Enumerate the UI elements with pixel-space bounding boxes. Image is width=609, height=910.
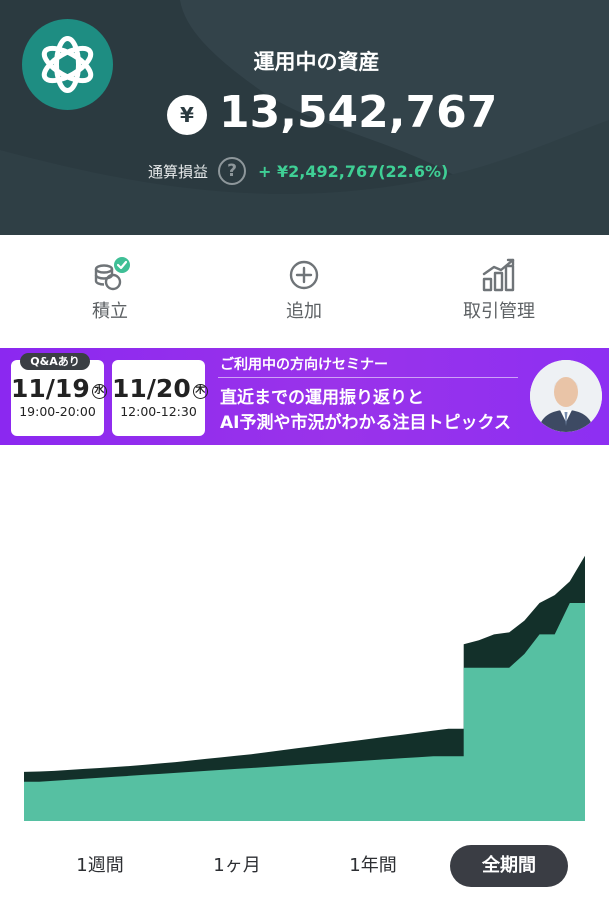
asset-title: 運用中の資産 xyxy=(253,50,380,74)
qa-tag: Q&Aあり xyxy=(20,353,90,370)
transaction-management-label: 取引管理 xyxy=(463,301,535,322)
seminar-banner[interactable]: 11/19 水 19:00-20:00 Q&Aあり 11/20 木 12:00-12… xyxy=(0,348,609,445)
action-bar: 積立 追加 取引管理 xyxy=(0,235,609,347)
help-icon[interactable]: ? xyxy=(218,157,247,185)
banner-divider xyxy=(218,377,518,378)
weekday-badge: 水 xyxy=(91,384,107,399)
tab-all-time[interactable]: 全期間 xyxy=(450,845,568,887)
asset-chart[interactable] xyxy=(0,446,609,836)
banner-title-line2: AI予測や市況がわかる注目トピックス xyxy=(220,413,511,433)
coins-check-icon xyxy=(94,257,130,291)
profit-loss-value: + ¥2,492,767(22.6%) xyxy=(258,161,449,181)
banner-subtitle: ご利用中の方向けセミナー xyxy=(220,357,388,373)
reserve-button[interactable]: 積立 xyxy=(50,257,170,323)
seminar-date-card: 11/19 水 19:00-20:00 xyxy=(11,360,107,436)
speaker-portrait-image xyxy=(530,360,602,432)
banner-title-line1: 直近までの運用振り返りと xyxy=(220,388,424,408)
transaction-management-button[interactable]: 取引管理 xyxy=(439,257,559,323)
weekday-badge: 木 xyxy=(192,384,208,399)
period-tabs: 1週間 1ヶ月 1年間 全期間 xyxy=(0,845,609,887)
asset-header: 運用中の資産 ¥ 13,542,767 通算損益 ? + ¥2,492,767(… xyxy=(0,0,609,235)
reserve-label: 積立 xyxy=(92,301,128,322)
seminar-date: 11/19 水 xyxy=(11,374,107,403)
profit-loss-label: 通算損益 xyxy=(148,162,209,181)
tab-1-week[interactable]: 1週間 xyxy=(40,845,160,887)
profit-loss-row: 通算損益 ? + ¥2,492,767(22.6%) xyxy=(148,156,448,186)
asset-amount: 13,542,767 xyxy=(219,87,498,138)
seminar-date: 11/20 木 xyxy=(112,374,208,403)
bar-chart-icon xyxy=(482,258,515,292)
seminar-time: 12:00-12:30 xyxy=(120,404,197,419)
plus-circle-icon xyxy=(289,260,319,290)
speaker-portrait xyxy=(530,360,602,432)
add-label: 追加 xyxy=(286,301,322,322)
yen-icon: ¥ xyxy=(167,95,207,135)
tab-1-year[interactable]: 1年間 xyxy=(313,845,433,887)
seminar-time: 19:00-20:00 xyxy=(19,404,96,419)
seminar-date-card: 11/20 木 12:00-12:30 xyxy=(112,360,208,436)
add-button[interactable]: 追加 xyxy=(244,257,364,323)
tab-1-month[interactable]: 1ヶ月 xyxy=(177,845,297,887)
asset-area-chart xyxy=(24,555,585,821)
